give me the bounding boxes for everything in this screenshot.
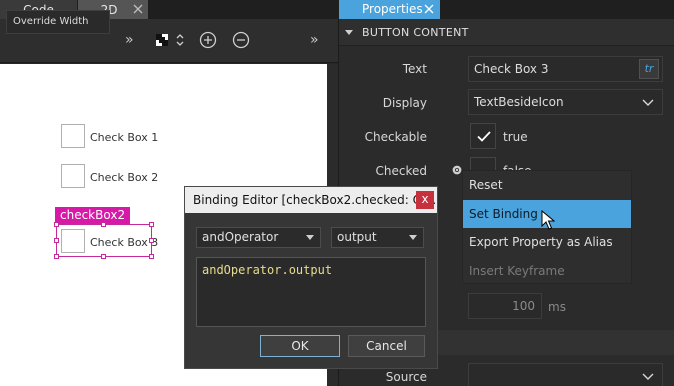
resize-handle-top[interactable] [101,222,106,227]
chevron-down-icon [642,99,654,106]
override-width-field[interactable]: Override Width [6,10,110,34]
checkbox-3-indicator[interactable] [61,229,85,253]
display-combo[interactable]: TextBesideIcon [468,89,663,115]
resize-handle-bottom-left[interactable] [54,254,59,259]
tab-properties[interactable]: Properties [339,0,440,19]
section-button-content[interactable]: BUTTON CONTENT [339,19,674,46]
text-property-label: Text [402,62,427,76]
interval-spinbox[interactable]: 100 [468,293,542,319]
menu-item-export-alias[interactable]: Export Property as Alias [463,228,631,256]
checked-property-label: Checked [375,164,428,178]
zoom-in-icon[interactable] [199,31,217,49]
checkmark-icon [477,131,491,142]
display-property-label: Display [382,96,427,110]
selection-tag[interactable]: checkBox2 [55,207,131,224]
overflow-left-icon[interactable]: » [125,32,134,48]
stepper-icon[interactable] [175,33,185,47]
interval-unit: ms [548,300,566,314]
checkbox-1-label[interactable]: Check Box 1 [90,131,158,144]
binding-expression-text: andOperator.output [202,263,333,277]
dropdown-arrow-icon [409,235,417,240]
resize-handle-bottom-right[interactable] [149,254,154,259]
resize-handle-right[interactable] [149,238,154,243]
interval-value: 100 [512,299,535,313]
display-combo-value: TextBesideIcon [474,95,564,109]
binding-object-combo[interactable]: andOperator [196,227,321,248]
checkbox-1-indicator[interactable] [61,124,85,148]
overflow-right-icon[interactable]: » [310,32,319,48]
source-property-label: Source [385,370,427,384]
source-combo[interactable] [468,363,663,386]
resize-handle-top-left[interactable] [54,222,59,227]
checkable-value: true [503,130,528,144]
binding-expression-editor[interactable]: andOperator.output [196,257,426,327]
section-title: BUTTON CONTENT [362,26,469,39]
mouse-pointer-icon [541,210,555,230]
binding-property-value: output [337,230,377,244]
checkbox-2-indicator[interactable] [61,164,85,188]
cancel-button[interactable]: Cancel [348,335,425,357]
background-color-icon[interactable] [156,34,168,46]
translate-button[interactable]: tr [639,59,659,79]
checkable-checkbox[interactable] [470,123,496,149]
dropdown-arrow-icon [306,235,314,240]
binding-property-combo[interactable]: output [331,227,424,248]
resize-handle-bottom[interactable] [101,254,106,259]
menu-item-insert-keyframe: Insert Keyframe [469,264,565,278]
binding-object-value: andOperator [202,230,279,244]
binding-editor-dialog: Binding Editor [checkBox2.checked: QM...… [184,186,438,369]
close-icon[interactable] [423,3,435,15]
collapse-triangle-icon [345,30,353,35]
zoom-out-icon[interactable] [232,31,250,49]
checkable-property-label: Checkable [364,130,427,144]
close-icon[interactable] [132,3,144,15]
resize-handle-top-right[interactable] [149,222,154,227]
menu-item-reset[interactable]: Reset [463,171,631,199]
dialog-close-button[interactable]: x [416,191,434,209]
checkbox-2-label[interactable]: Check Box 2 [90,171,158,184]
resize-handle-left[interactable] [54,238,59,243]
text-property-input[interactable]: Check Box 3 [468,56,663,82]
chevron-down-icon [642,373,654,380]
text-property-value: Check Box 3 [474,62,549,76]
ok-button[interactable]: OK [260,335,340,357]
dialog-title[interactable]: Binding Editor [checkBox2.checked: QM... [185,187,437,213]
tab-properties-label: Properties [362,2,423,16]
